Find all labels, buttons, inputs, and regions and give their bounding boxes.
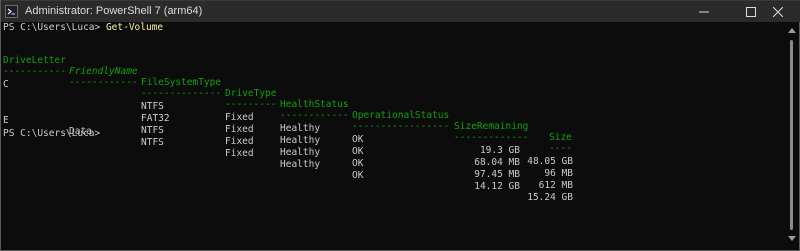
separator-cell: -------------: [454, 132, 529, 143]
table-separator-row: ----------- ------------ -------------- …: [3, 55, 603, 154]
cell-healthstatus: Healthy: [280, 147, 321, 158]
cell-healthstatus: Healthy: [280, 135, 321, 146]
cell-size: 612 MB: [538, 180, 573, 191]
table-row: NTFS Fixed Healthy OK 97.45 MB 612 MB: [3, 92, 603, 191]
prompt-line: PS C:\Users\Luca>: [3, 128, 100, 139]
separator-cell: ----: [549, 143, 572, 154]
table-row: FAT32 Fixed Healthy OK 68.04 MB 96 MB: [3, 80, 603, 179]
table-row: C NTFS Fixed Healthy OK 19.3 GB 48.05 GB: [3, 68, 603, 167]
powershell-window: Administrator: PowerShell 7 (arm64) PS C…: [0, 0, 800, 251]
scroll-down-icon[interactable]: [788, 236, 796, 242]
cell-healthstatus: Healthy: [280, 159, 321, 170]
cell-operationalstatus: OK: [352, 170, 364, 181]
title-bar[interactable]: Administrator: PowerShell 7 (arm64): [1, 0, 800, 22]
close-button[interactable]: [755, 1, 800, 23]
cell-drivetype: Fixed: [225, 148, 254, 159]
prompt-line: PS C:\Users\Luca> Get-Volume: [3, 22, 163, 33]
prompt-text: PS C:\Users\Luca>: [3, 22, 106, 33]
cell-filesystemtype: NTFS: [141, 125, 164, 136]
cell-drivetype: Fixed: [225, 136, 254, 147]
cell-filesystemtype: NTFS: [141, 137, 164, 148]
cell-driveletter: E: [3, 115, 9, 126]
separator-cell: -----------------: [352, 121, 450, 132]
cell-size: 48.05 GB: [527, 156, 573, 167]
cell-operationalstatus: OK: [352, 134, 364, 145]
minimize-button[interactable]: [681, 1, 727, 23]
table-row: E Data NTFS Fixed Healthy OK 14.12 GB 15…: [3, 104, 603, 203]
cell-operationalstatus: OK: [352, 146, 364, 157]
scroll-up-icon[interactable]: [788, 27, 796, 33]
cell-size: 15.24 GB: [527, 192, 573, 203]
cell-sizeremaining: 97.45 MB: [474, 169, 520, 180]
cell-operationalstatus: OK: [352, 158, 364, 169]
vertical-scrollbar[interactable]: [786, 22, 798, 250]
cell-size: 96 MB: [544, 168, 573, 179]
prompt-text: PS C:\Users\Luca>: [3, 128, 101, 139]
powershell-icon: [5, 5, 18, 18]
header-size: Size: [549, 132, 572, 143]
minimize-icon: [699, 11, 709, 13]
table-header-row: DriveLetter FriendlyName FileSystemType …: [3, 44, 603, 143]
command-text: Get-Volume: [105, 22, 164, 33]
cell-sizeremaining: 68.04 MB: [474, 157, 520, 168]
cell-sizeremaining: 14.12 GB: [474, 181, 520, 192]
cell-sizeremaining: 19.3 GB: [479, 145, 520, 156]
scroll-thumb[interactable]: [790, 40, 793, 230]
cell-healthstatus: Healthy: [280, 123, 321, 134]
header-sizeremaining: SizeRemaining: [454, 121, 529, 132]
window-title: Administrator: PowerShell 7 (arm64): [25, 5, 203, 17]
terminal-output[interactable]: PS C:\Users\Luca> Get-Volume DriveLetter…: [1, 22, 786, 250]
close-icon: [773, 7, 783, 17]
cell-drivetype: Fixed: [225, 124, 254, 135]
